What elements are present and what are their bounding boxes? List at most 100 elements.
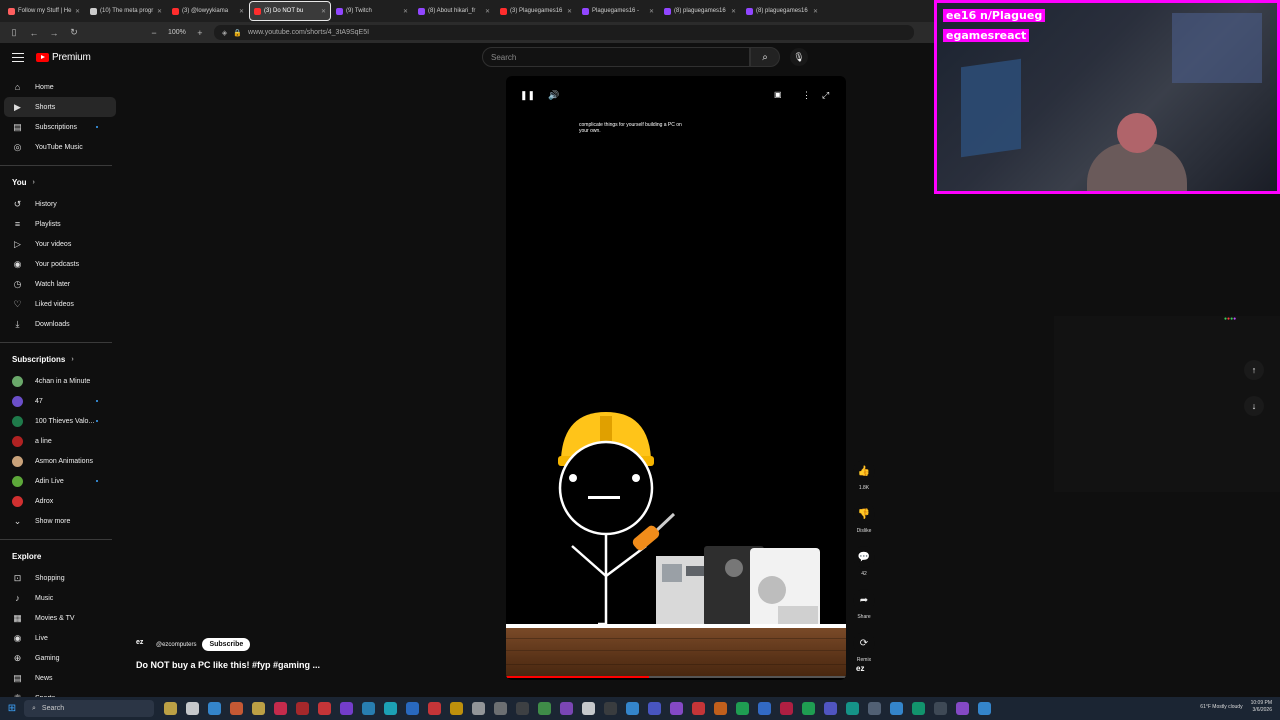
sidebar-item[interactable]: ▶ Shorts (4, 97, 116, 117)
weather-widget[interactable]: 61°F Mostly cloudy (1200, 704, 1242, 710)
zoom-in-button[interactable]: + (194, 28, 206, 38)
sidebar-item[interactable]: Asmon Animations (0, 451, 120, 471)
sidebar-item[interactable]: ≡ Playlists (0, 214, 120, 234)
sidebar-item[interactable]: 4chan in a Minute (0, 371, 120, 391)
sidebar-item[interactable]: ◉ Live (0, 628, 120, 648)
sidebar-item[interactable]: ▷ Your videos (0, 234, 120, 254)
comment-icon[interactable]: 💬 (853, 546, 875, 568)
taskbar-app-icon[interactable] (494, 702, 507, 715)
clock[interactable]: 10:09 PM 3/6/2026 (1251, 700, 1272, 714)
forward-button[interactable]: → (48, 28, 60, 38)
thumbs-down-icon[interactable]: 👎 (853, 503, 875, 525)
taskbar-app-icon[interactable] (164, 702, 177, 715)
close-tab-icon[interactable]: ✕ (321, 8, 326, 15)
close-tab-icon[interactable]: ✕ (75, 8, 80, 15)
browser-tab[interactable]: (3) Plaguegames16 ✕ (496, 2, 576, 20)
next-short-button[interactable]: ↓ (1244, 396, 1264, 416)
taskbar-app-icon[interactable] (538, 702, 551, 715)
channel-badge[interactable]: ez (856, 664, 864, 673)
close-tab-icon[interactable]: ✕ (157, 8, 162, 15)
subscribe-button[interactable]: Subscribe (202, 638, 251, 651)
taskbar-app-icon[interactable] (208, 702, 221, 715)
voice-search-button[interactable]: 🎙 (790, 48, 808, 66)
taskbar-app-icon[interactable] (934, 702, 947, 715)
sidebar-item[interactable]: ♪ Music (0, 588, 120, 608)
sidebar-toggle-icon[interactable]: ▯ (8, 27, 20, 38)
taskbar-app-icon[interactable] (648, 702, 661, 715)
browser-tab[interactable]: (9) Twitch ✕ (332, 2, 412, 20)
sidebar-section-heading[interactable]: You › (0, 170, 120, 194)
taskbar-app-icon[interactable] (868, 702, 881, 715)
taskbar-app-icon[interactable] (912, 702, 925, 715)
sidebar-item[interactable]: ▤ Subscriptions (0, 117, 120, 137)
taskbar-app-icon[interactable] (252, 702, 265, 715)
browser-tab[interactable]: (3) Do NOT bu ✕ (249, 1, 331, 21)
browser-tab[interactable]: (8) plaguegames16 ✕ (660, 2, 740, 20)
close-tab-icon[interactable]: ✕ (403, 8, 408, 15)
sidebar-item[interactable]: ⊡ Shopping (0, 568, 120, 588)
taskbar-app-icon[interactable] (340, 702, 353, 715)
thumbs-up-icon[interactable]: 👍 (853, 460, 875, 482)
browser-tab[interactable]: Follow my Stuff | He ✕ (4, 2, 84, 20)
comments-button[interactable]: 💬 42 (848, 546, 880, 577)
taskbar-app-icon[interactable] (384, 702, 397, 715)
close-tab-icon[interactable]: ✕ (649, 8, 654, 15)
close-tab-icon[interactable]: ✕ (239, 8, 244, 15)
sidebar-item[interactable]: ◎ YouTube Music (0, 137, 120, 157)
taskbar-app-icon[interactable] (736, 702, 749, 715)
sidebar-item[interactable]: ↺ History (0, 194, 120, 214)
taskbar-app-icon[interactable] (516, 702, 529, 715)
remix-button[interactable]: ⟳ Remix (848, 632, 880, 663)
taskbar-app-icon[interactable] (230, 702, 243, 715)
sidebar-item[interactable]: ▤ News (0, 668, 120, 688)
remix-icon[interactable]: ⟳ (853, 632, 875, 654)
sidebar-section-heading[interactable]: Subscriptions › (0, 347, 120, 371)
taskbar-app-icon[interactable] (406, 702, 419, 715)
close-tab-icon[interactable]: ✕ (731, 8, 736, 15)
taskbar-app-icon[interactable] (670, 702, 683, 715)
taskbar-app-icon[interactable] (186, 702, 199, 715)
close-tab-icon[interactable]: ✕ (813, 8, 818, 15)
taskbar-app-icon[interactable] (604, 702, 617, 715)
share-icon[interactable]: ➦ (853, 589, 875, 611)
taskbar-app-icon[interactable] (626, 702, 639, 715)
taskbar-app-icon[interactable] (274, 702, 287, 715)
dislike-button[interactable]: 👎 Dislike (848, 503, 880, 534)
channel-logo[interactable]: ez (136, 639, 150, 651)
taskbar-app-icon[interactable] (692, 702, 705, 715)
taskbar-app-icon[interactable] (472, 702, 485, 715)
browser-tab[interactable]: (8) About hikari_fr ✕ (414, 2, 494, 20)
close-tab-icon[interactable]: ✕ (567, 8, 572, 15)
taskbar-app-icon[interactable] (780, 702, 793, 715)
sidebar-item[interactable]: ◷ Watch later (0, 274, 120, 294)
previous-short-button[interactable]: ↑ (1244, 360, 1264, 380)
sidebar-item[interactable]: Adrox (0, 491, 120, 511)
taskbar-app-icon[interactable] (362, 702, 375, 715)
sidebar-item[interactable]: ♡ Liked videos (0, 294, 120, 314)
browser-tab[interactable]: (3) @lowyykiama ✕ (168, 2, 248, 20)
start-button[interactable]: ⊞ (0, 697, 24, 720)
search-input[interactable]: Search (482, 47, 750, 67)
taskbar-app-icon[interactable] (318, 702, 331, 715)
taskbar-app-icon[interactable] (890, 702, 903, 715)
browser-tab[interactable]: (10) The meta progr ✕ (86, 2, 166, 20)
taskbar-app-icon[interactable] (714, 702, 727, 715)
sidebar-item[interactable]: ⊕ Gaming (0, 648, 120, 668)
back-button[interactable]: ← (28, 28, 40, 38)
zoom-out-button[interactable]: − (148, 28, 160, 38)
sidebar-item[interactable]: ⌂ Home (0, 77, 120, 97)
sidebar-item[interactable]: 100 Thieves Valo... (0, 411, 120, 431)
video-progress-bar[interactable] (506, 676, 846, 678)
short-video-player[interactable]: ❚❚ 🔊 ▣ ⋮ ⤢ complicate things for yoursel… (506, 76, 846, 680)
taskbar-app-icon[interactable] (428, 702, 441, 715)
close-tab-icon[interactable]: ✕ (485, 8, 490, 15)
channel-name[interactable]: @ezcomputers (156, 642, 196, 648)
video-title[interactable]: Do NOT buy a PC like this! #fyp #gaming … (136, 660, 320, 670)
reload-button[interactable]: ↻ (68, 27, 80, 38)
sidebar-item[interactable]: ▦ Movies & TV (0, 608, 120, 628)
menu-icon[interactable] (12, 53, 24, 62)
share-button[interactable]: ➦ Share (848, 589, 880, 620)
taskbar-app-icon[interactable] (978, 702, 991, 715)
browser-tab[interactable]: Plaguegames16 - ✕ (578, 2, 658, 20)
sidebar-item[interactable]: ⤓ Downloads (0, 314, 120, 334)
